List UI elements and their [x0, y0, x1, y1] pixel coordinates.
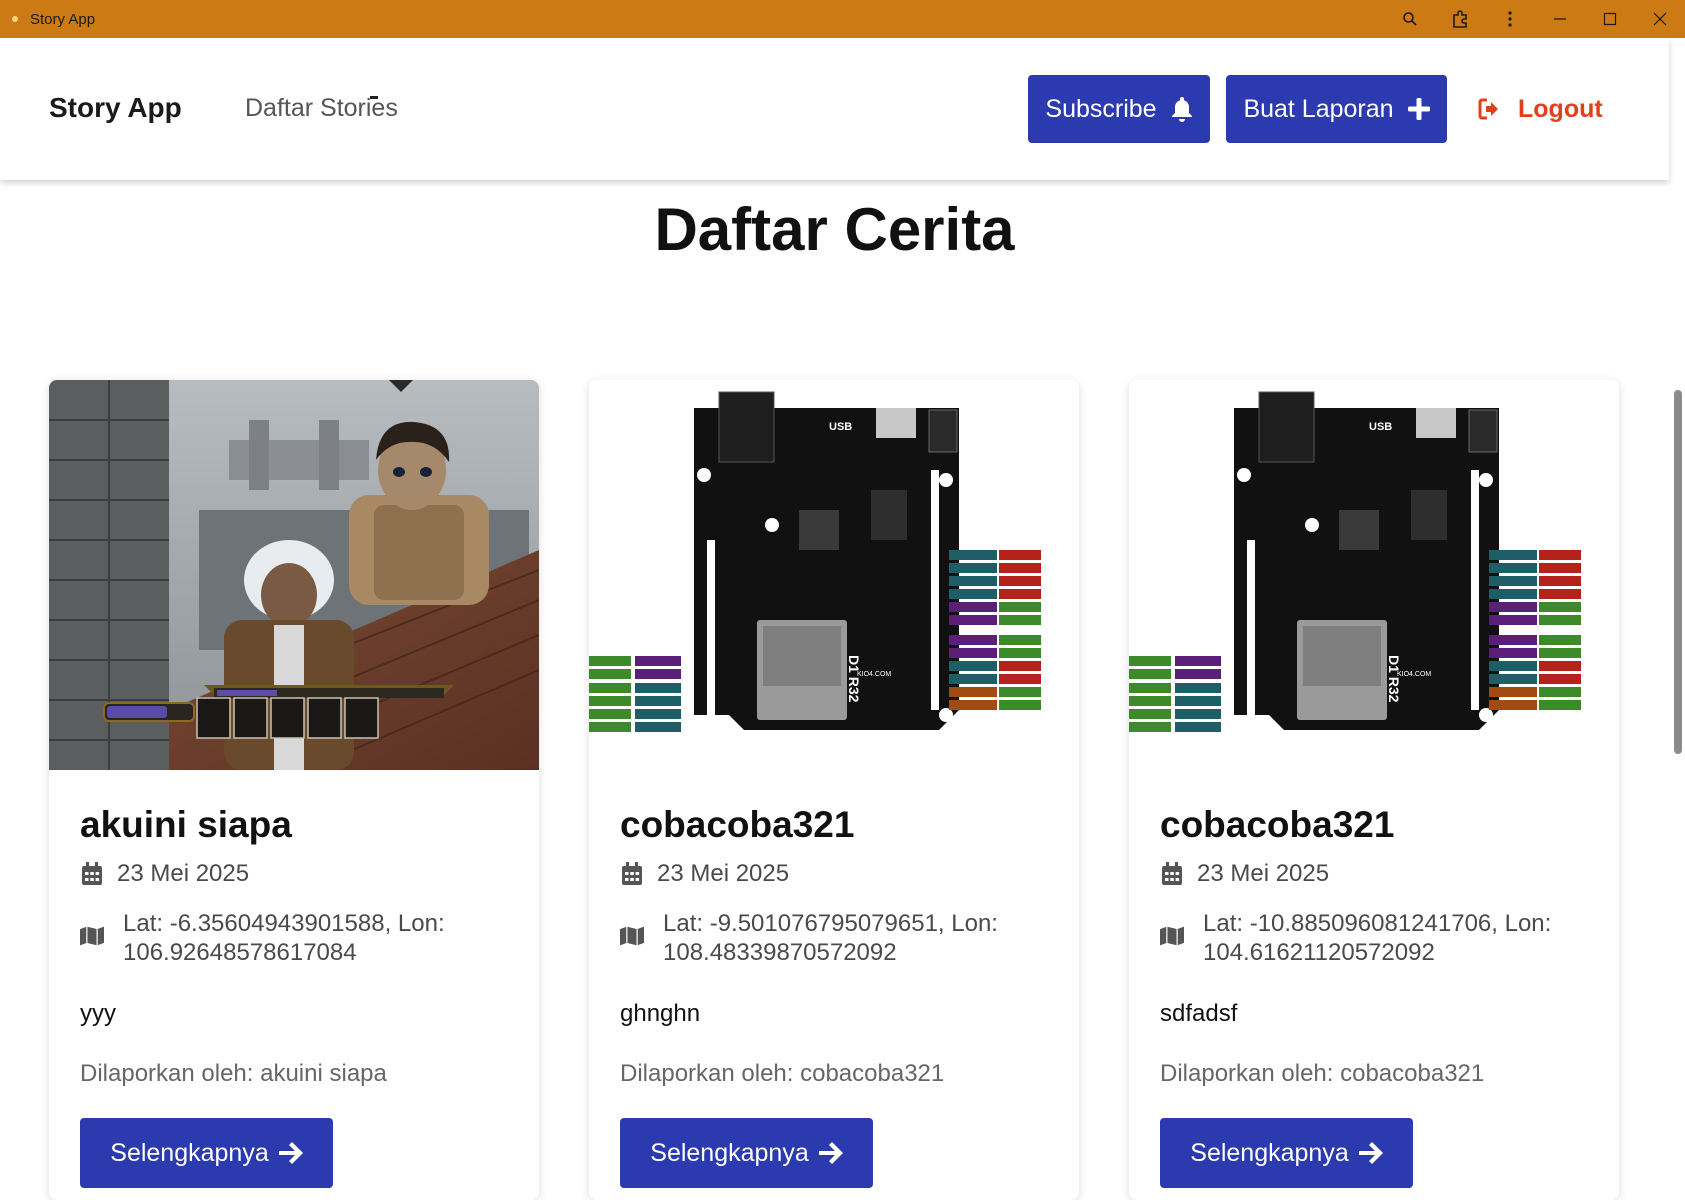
- story-detail-label: Selengkapnya: [1190, 1138, 1349, 1167]
- story-image-game-screenshot: [49, 380, 539, 770]
- story-reporter: Dilaporkan oleh: cobacoba321: [620, 1060, 945, 1087]
- map-icon: [1160, 925, 1184, 947]
- story-location-text: Lat: -9.501076795079651, Lon: 108.483398…: [663, 910, 998, 966]
- story-date-text: 23 Mei 2025: [657, 860, 790, 887]
- map-icon: [620, 925, 644, 947]
- story-detail-button[interactable]: Selengkapnya: [1160, 1118, 1413, 1188]
- app-icon: [12, 16, 18, 22]
- map-icon: [80, 925, 104, 947]
- story-detail-button[interactable]: Selengkapnya: [620, 1118, 873, 1188]
- story-image-esp32-board: USB D1 R32 KIO4.COM: [589, 380, 1079, 770]
- create-report-label: Buat Laporan: [1243, 94, 1394, 123]
- page-scrollbar[interactable]: [1669, 38, 1685, 1183]
- story-date: 23 Mei 2025: [620, 860, 789, 888]
- story-card: USB D1 R32 KIO4.COM cobacoba321 23 Mei 2…: [1129, 380, 1619, 1200]
- story-location: Lat: -9.501076795079651, Lon: 108.483398…: [620, 909, 1043, 967]
- scrollbar-thumb[interactable]: [1674, 390, 1682, 754]
- story-title: cobacoba321: [620, 804, 855, 845]
- story-title: cobacoba321: [1160, 804, 1395, 845]
- create-report-button[interactable]: Buat Laporan: [1226, 75, 1447, 143]
- story-location-text: Lat: -10.885096081241706, Lon: 104.61621…: [1203, 910, 1552, 966]
- close-icon[interactable]: [1635, 0, 1685, 38]
- arrow-right-icon: [818, 1142, 843, 1164]
- window-title: Story App: [30, 10, 96, 28]
- story-detail-label: Selengkapnya: [650, 1138, 809, 1167]
- extensions-icon[interactable]: [1435, 0, 1485, 38]
- story-date: 23 Mei 2025: [80, 860, 249, 888]
- story-description: sdfadsf: [1160, 1000, 1238, 1027]
- story-date-text: 23 Mei 2025: [117, 860, 250, 887]
- story-detail-button[interactable]: Selengkapnya: [80, 1118, 333, 1188]
- sign-out-icon: [1478, 98, 1498, 120]
- brand-link[interactable]: Story App: [49, 92, 182, 124]
- story-card: USB D1 R32 KIO4.COM cobacoba321 23 Mei 2…: [589, 380, 1079, 1200]
- story-image-esp32-board: USB D1 R32 KIO4.COM: [1129, 380, 1619, 770]
- board-model-label: D1 R32: [1386, 655, 1402, 703]
- subscribe-label: Subscribe: [1045, 94, 1157, 123]
- story-location: Lat: -10.885096081241706, Lon: 104.61621…: [1160, 909, 1583, 967]
- story-card: akuini siapa 23 Mei 2025 Lat: -6.3560494…: [49, 380, 539, 1200]
- story-date-text: 23 Mei 2025: [1197, 860, 1330, 887]
- bell-icon: [1171, 97, 1192, 122]
- subscribe-button[interactable]: Subscribe: [1028, 75, 1210, 143]
- story-location: Lat: -6.35604943901588, Lon: 106.9264857…: [80, 909, 503, 967]
- window-titlebar: Story App: [0, 0, 1685, 38]
- calendar-icon: [620, 862, 644, 886]
- minimize-icon[interactable]: [1535, 0, 1585, 38]
- plus-icon: [1407, 98, 1430, 120]
- window-controls: [1385, 0, 1685, 38]
- arrow-right-icon: [278, 1142, 303, 1164]
- story-detail-label: Selengkapnya: [110, 1138, 269, 1167]
- story-reporter: Dilaporkan oleh: cobacoba321: [1160, 1060, 1485, 1087]
- story-reporter: Dilaporkan oleh: akuini siapa: [80, 1060, 387, 1087]
- board-site-label: KIO4.COM: [1397, 671, 1431, 678]
- maximize-icon[interactable]: [1585, 0, 1635, 38]
- board-usb-label: USB: [1369, 421, 1392, 433]
- calendar-icon: [80, 862, 104, 886]
- arrow-right-icon: [1358, 1142, 1383, 1164]
- board-model-label: D1 R32: [846, 655, 862, 703]
- page-title: Daftar Cerita: [654, 196, 1015, 263]
- story-description: ghnghn: [620, 1000, 701, 1027]
- story-description: yyy: [80, 1000, 116, 1027]
- story-title: akuini siapa: [80, 804, 292, 845]
- zoom-icon[interactable]: [1385, 0, 1435, 38]
- more-menu-icon[interactable]: [1485, 0, 1535, 38]
- navbar: Story App Daftar Stories Subscribe Buat …: [0, 38, 1669, 180]
- logout-button[interactable]: Logout: [1478, 75, 1603, 143]
- nav-link-stories[interactable]: Daftar Stories: [245, 94, 398, 123]
- story-location-text: Lat: -6.35604943901588, Lon: 106.9264857…: [123, 910, 445, 966]
- board-usb-label: USB: [829, 421, 852, 433]
- board-site-label: KIO4.COM: [857, 671, 891, 678]
- logout-label: Logout: [1518, 94, 1603, 123]
- story-date: 23 Mei 2025: [1160, 860, 1329, 888]
- calendar-icon: [1160, 862, 1184, 886]
